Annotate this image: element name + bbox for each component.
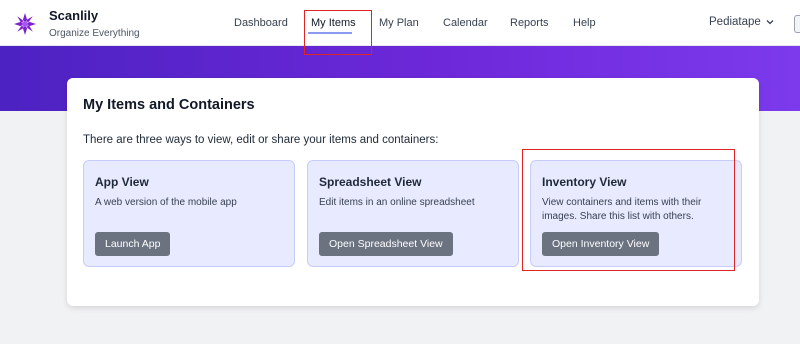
spreadsheet-view-panel: Spreadsheet View Edit items in an online… (307, 160, 519, 267)
panel-title: Spreadsheet View (319, 175, 422, 189)
panel-description: A web version of the mobile app (95, 197, 237, 208)
panel-title: App View (95, 175, 149, 189)
side-panel-tab[interactable] (794, 15, 800, 33)
nav-reports[interactable]: Reports (510, 17, 549, 30)
user-menu[interactable]: Pediatape (709, 16, 774, 28)
nav-help[interactable]: Help (573, 17, 596, 30)
app-view-panel: App View A web version of the mobile app… (83, 160, 295, 267)
open-inventory-view-button[interactable]: Open Inventory View (542, 232, 660, 256)
brand[interactable]: Scanlily Organize Everything (14, 8, 140, 43)
inventory-view-panel: Inventory View View containers and items… (530, 160, 742, 267)
top-navbar: Scanlily Organize Everything Dashboard M… (0, 0, 800, 46)
brand-tagline: Organize Everything (49, 28, 140, 39)
page-title: My Items and Containers (83, 97, 255, 113)
nav-my-items[interactable]: My Items (311, 17, 356, 30)
launch-app-button[interactable]: Launch App (95, 232, 171, 256)
intro-text: There are three ways to view, edit or sh… (83, 134, 439, 146)
panel-description: View containers and items with their ima… (542, 197, 702, 222)
chevron-down-icon (766, 20, 774, 25)
items-containers-card: My Items and Containers There are three … (67, 78, 759, 306)
panel-title: Inventory View (542, 175, 627, 189)
user-name: Pediatape (709, 16, 761, 28)
nav-calendar[interactable]: Calendar (443, 17, 488, 30)
nav-my-plan[interactable]: My Plan (379, 17, 419, 30)
nav-active-indicator (308, 32, 352, 34)
brand-name: Scanlily (49, 8, 99, 23)
panel-description: Edit items in an online spreadsheet (319, 197, 475, 208)
scanlily-logo-icon (14, 13, 36, 35)
nav-dashboard[interactable]: Dashboard (234, 17, 288, 30)
open-spreadsheet-view-button[interactable]: Open Spreadsheet View (319, 232, 453, 256)
